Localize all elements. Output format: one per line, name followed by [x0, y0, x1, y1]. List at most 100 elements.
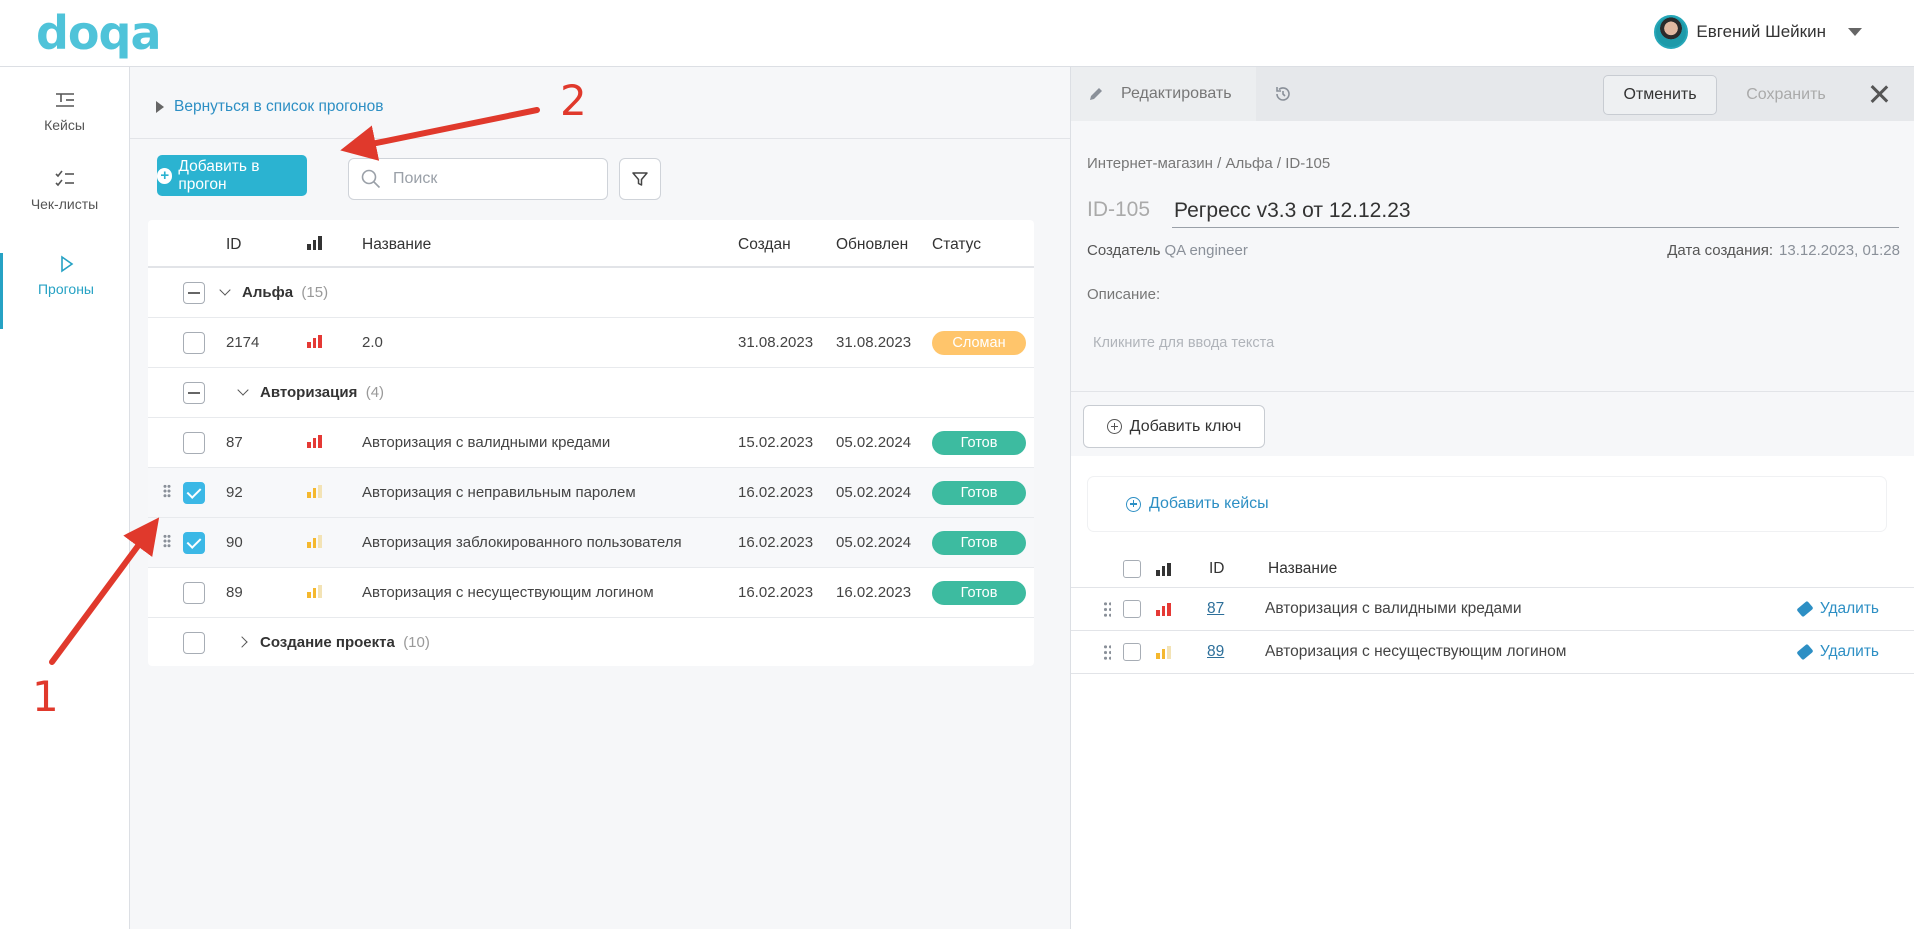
table-row[interactable]: 2174 2.0 31.08.2023 31.08.2023 Сломан [148, 318, 1034, 368]
case-name[interactable]: Авторизация с несуществующим логином [1265, 643, 1566, 661]
row-name[interactable]: 2.0 [362, 334, 383, 351]
row-checkbox[interactable] [183, 482, 205, 504]
row-checkbox[interactable] [183, 582, 205, 604]
case-id-link[interactable]: 87 [1207, 600, 1224, 618]
case-id-link[interactable]: 89 [1207, 643, 1224, 661]
add-to-run-button[interactable]: + Добавить в прогон [157, 155, 307, 196]
drag-handle-icon[interactable] [163, 484, 171, 498]
annotation-number-2: 2 [560, 76, 587, 125]
history-icon[interactable] [1273, 84, 1293, 104]
breadcrumb[interactable]: Интернет-магазин / Альфа / ID-105 [1087, 155, 1330, 172]
table-row[interactable]: 89 Авторизация с несуществующим логином … [148, 568, 1034, 618]
select-all-checkbox[interactable] [1123, 560, 1141, 578]
col-updated[interactable]: Обновлен [836, 236, 908, 254]
group-row-alpha[interactable]: Альфа (15) [148, 268, 1034, 318]
sidebar-item-label: Кейсы [44, 117, 85, 133]
sidebar-item-cases[interactable]: Кейсы [0, 89, 129, 159]
row-created: 16.02.2023 [738, 584, 814, 601]
add-key-button[interactable]: Добавить ключ [1083, 405, 1265, 448]
search-box[interactable] [348, 158, 608, 200]
case-row[interactable]: 89 Авторизация с несуществующим логином … [1071, 631, 1914, 674]
priority-icon[interactable] [307, 236, 323, 250]
priority-high-icon [307, 435, 323, 448]
back-to-runs-link[interactable]: Вернуться в список прогонов [156, 98, 383, 116]
tab-edit[interactable]: Редактировать [1071, 67, 1256, 121]
chevron-down-icon[interactable] [1848, 28, 1862, 36]
priority-icon[interactable] [1156, 563, 1172, 576]
search-icon [361, 169, 381, 189]
cancel-button[interactable]: Отменить [1603, 75, 1717, 115]
chevron-right-icon[interactable] [236, 636, 248, 648]
user-menu[interactable]: Евгений Шейкин [1654, 15, 1862, 49]
case-name[interactable]: Авторизация с валидными кредами [1265, 600, 1521, 618]
col-created[interactable]: Создан [738, 236, 791, 254]
save-button[interactable]: Сохранить [1731, 75, 1841, 115]
drag-handle-icon[interactable] [163, 534, 171, 548]
back-row: Вернуться в список прогонов [130, 67, 1070, 139]
row-checkbox[interactable] [1123, 643, 1141, 661]
row-checkbox[interactable] [183, 432, 205, 454]
main-content: Вернуться в список прогонов + Добавить в… [130, 67, 1070, 929]
priority-medium-icon [307, 585, 323, 598]
top-header: doqa Евгений Шейкин [0, 0, 1914, 67]
plus-circle-icon [1106, 419, 1122, 434]
row-name[interactable]: Авторизация заблокированного пользовател… [362, 534, 682, 551]
status-badge: Сломан [932, 331, 1026, 355]
group-checkbox[interactable] [183, 632, 205, 654]
drag-handle-icon[interactable] [1103, 601, 1111, 618]
table-row[interactable]: 90 Авторизация заблокированного пользова… [148, 518, 1034, 568]
case-row[interactable]: 87 Авторизация с валидными кредами Удали… [1071, 588, 1914, 631]
group-checkbox[interactable] [183, 382, 205, 404]
sidebar-item-runs[interactable]: Прогоны [0, 253, 129, 329]
delete-button[interactable]: Удалить [1796, 600, 1879, 618]
logo[interactable]: doqa [36, 10, 161, 56]
row-updated: 31.08.2023 [836, 334, 912, 351]
table-row[interactable]: 87 Авторизация с валидными кредами 15.02… [148, 418, 1034, 468]
back-link-label: Вернуться в список прогонов [174, 98, 384, 115]
row-id: 90 [226, 534, 243, 551]
col-name[interactable]: Название [1268, 560, 1337, 578]
row-id: 89 [226, 584, 243, 601]
avatar[interactable] [1654, 15, 1689, 49]
priority-high-icon [307, 335, 323, 348]
table-row[interactable]: 92 Авторизация с неправильным паролем 16… [148, 468, 1034, 518]
row-checkbox[interactable] [183, 532, 205, 554]
drag-handle-icon[interactable] [1103, 644, 1111, 661]
row-created: 16.02.2023 [738, 534, 814, 551]
row-name[interactable]: Авторизация с несуществующим логином [362, 584, 654, 601]
cases-icon [55, 93, 74, 107]
filter-button[interactable] [619, 158, 661, 200]
row-checkbox[interactable] [1123, 600, 1141, 618]
priority-medium-icon [1156, 646, 1172, 659]
chevron-down-icon[interactable] [219, 284, 231, 296]
sidebar-item-label: Прогоны [37, 281, 94, 297]
group-checkbox[interactable] [183, 282, 205, 304]
run-title-input[interactable] [1172, 194, 1899, 228]
row-created: 15.02.2023 [738, 434, 814, 451]
group-title: Альфа (15) [242, 284, 329, 301]
description-field[interactable]: Кликните для ввода текста [1071, 314, 1914, 392]
row-updated: 16.02.2023 [836, 584, 912, 601]
row-name[interactable]: Авторизация с валидными кредами [362, 434, 610, 451]
plus-circle-icon [1126, 496, 1141, 512]
col-id[interactable]: ID [226, 236, 242, 254]
col-name[interactable]: Название [362, 236, 431, 254]
chevron-down-icon[interactable] [237, 384, 249, 396]
user-name[interactable]: Евгений Шейкин [1696, 22, 1826, 42]
sidebar: Кейсы Чек-листы Прогоны [0, 67, 130, 929]
sidebar-item-checklists[interactable]: Чек-листы [0, 168, 129, 238]
filter-icon [632, 172, 648, 186]
row-checkbox[interactable] [183, 332, 205, 354]
group-row-project-creation[interactable]: Создание проекта (10) [148, 618, 1034, 666]
status-badge: Готов [932, 531, 1026, 555]
col-id[interactable]: ID [1209, 560, 1225, 578]
add-cases-link[interactable]: Добавить кейсы [1126, 495, 1269, 513]
close-icon[interactable] [1869, 84, 1889, 104]
col-status[interactable]: Статус [932, 236, 981, 254]
description-placeholder: Кликните для ввода текста [1093, 335, 1275, 351]
search-input[interactable] [393, 170, 583, 188]
add-key-label: Добавить ключ [1129, 417, 1242, 435]
delete-button[interactable]: Удалить [1796, 643, 1879, 661]
row-name[interactable]: Авторизация с неправильным паролем [362, 484, 636, 501]
group-row-auth[interactable]: Авторизация (4) [148, 368, 1034, 418]
